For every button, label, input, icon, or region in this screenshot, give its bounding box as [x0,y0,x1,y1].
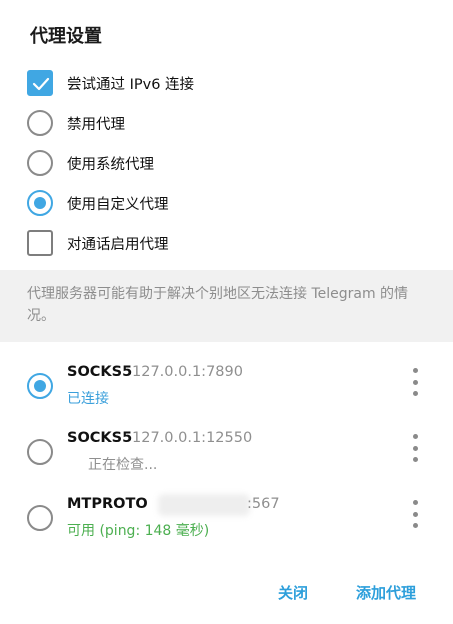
proxy-status: 正在检查... [88,457,158,473]
proxy-type: SOCKS5 [67,430,133,446]
proxy-address: :567 [247,496,280,512]
custom-proxy-radio[interactable] [27,190,53,216]
proxy-select-radio[interactable] [27,439,53,465]
more-options-icon[interactable] [405,500,425,528]
calls-proxy-label: 对通话启用代理 [67,236,169,253]
proxy-status: 已连接 [67,391,109,407]
ipv6-option[interactable]: 尝试通过 IPv6 连接 [27,70,427,96]
more-options-icon[interactable] [405,434,425,462]
proxy-item[interactable]: MTPROTO :567 可用 (ping: 148 毫秒) [0,494,453,554]
more-options-icon[interactable] [405,368,425,396]
proxy-type: SOCKS5 [67,364,133,380]
redacted-address-blur [158,494,250,516]
proxy-address: 127.0.0.1:12550 [132,430,253,446]
disable-proxy-option[interactable]: 禁用代理 [27,110,427,136]
proxy-type: MTPROTO [67,496,148,512]
ipv6-checkbox[interactable] [27,70,53,96]
ipv6-label: 尝试通过 IPv6 连接 [67,76,195,93]
proxy-select-radio[interactable] [27,373,53,399]
calls-proxy-option[interactable]: 对通话启用代理 [27,230,427,256]
proxy-settings-dialog: 代理设置 尝试通过 IPv6 连接 禁用代理 使用系统代理 使用自定义代理 对通… [0,0,453,624]
system-proxy-option[interactable]: 使用系统代理 [27,150,427,176]
calls-proxy-checkbox[interactable] [27,230,53,256]
custom-proxy-label: 使用自定义代理 [67,196,169,213]
system-proxy-radio[interactable] [27,150,53,176]
proxy-status: 可用 (ping: 148 毫秒) [67,523,210,539]
disable-proxy-label: 禁用代理 [67,116,125,133]
proxy-item[interactable]: SOCKS5 127.0.0.1:7890 已连接 [0,362,453,422]
proxy-info-note: 代理服务器可能有助于解决个别地区无法连接 Telegram 的情况。 [0,270,453,342]
close-button[interactable]: 关闭 [278,582,308,603]
checkmark-icon [32,77,50,91]
dialog-title: 代理设置 [30,26,102,47]
proxy-address: 127.0.0.1:7890 [132,364,243,380]
disable-proxy-radio[interactable] [27,110,53,136]
proxy-select-radio[interactable] [27,505,53,531]
custom-proxy-option[interactable]: 使用自定义代理 [27,190,427,216]
system-proxy-label: 使用系统代理 [67,156,154,173]
add-proxy-button[interactable]: 添加代理 [356,582,416,603]
proxy-item[interactable]: SOCKS5 127.0.0.1:12550 正在检查... [0,428,453,488]
